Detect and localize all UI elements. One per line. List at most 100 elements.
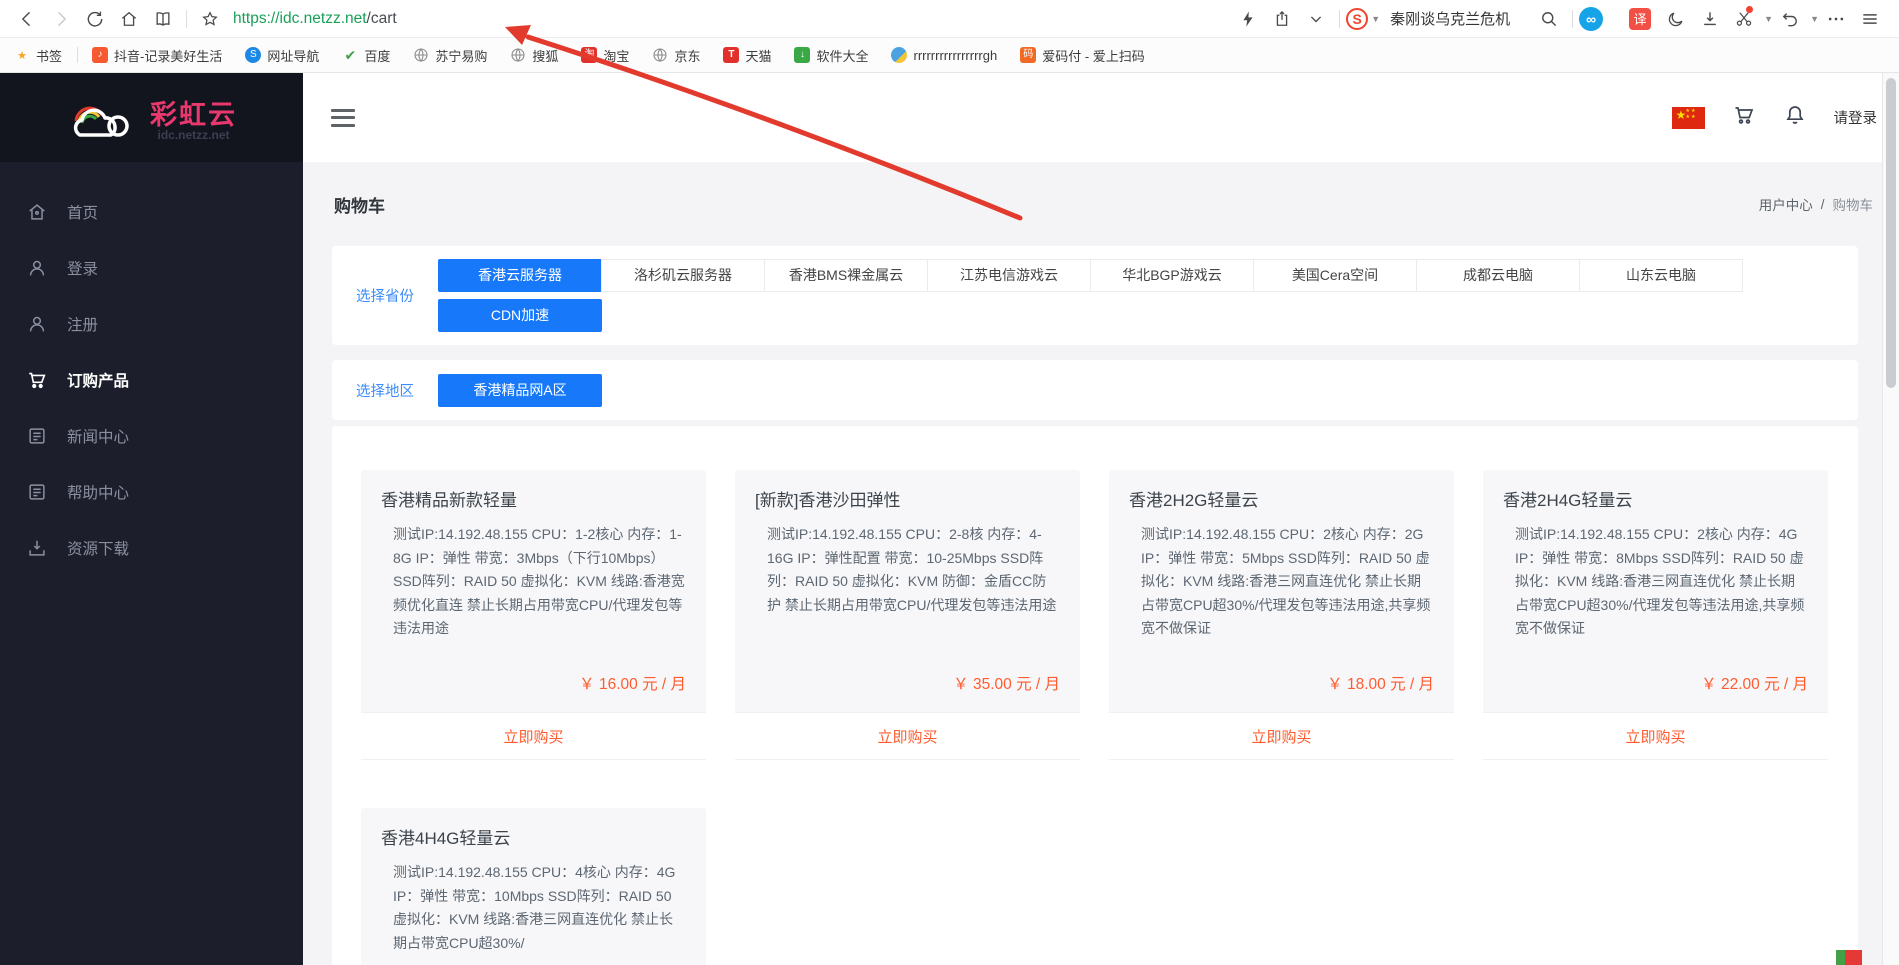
login-link[interactable]: 请登录	[1834, 107, 1878, 128]
sidebar-item-help[interactable]: 帮助中心	[0, 464, 303, 520]
screenshot-scissors-icon[interactable]	[1727, 4, 1761, 34]
tab-province[interactable]: 香港云服务器	[438, 259, 602, 292]
sidebar-item-label: 首页	[67, 205, 99, 222]
earth-icon	[891, 47, 908, 63]
buy-now-label: 立即购买	[877, 728, 938, 746]
scrollbar-thumb[interactable]	[1886, 78, 1896, 388]
chevron-down-icon[interactable]	[1299, 4, 1333, 34]
buy-now-label: 立即购买	[503, 728, 564, 746]
night-mode-icon[interactable]	[1659, 4, 1693, 34]
products-panel: 香港精品新款轻量 测试IP:14.192.48.155 CPU：1-2核心 内存…	[332, 426, 1858, 965]
buy-now-label: 立即购买	[1625, 728, 1686, 746]
floating-widget[interactable]	[1836, 950, 1862, 965]
product-price: ￥ 35.00 元 / 月	[953, 676, 1060, 693]
sidebar-item-label: 资源下载	[67, 541, 130, 558]
douyin-icon: ♪	[92, 47, 109, 63]
forward-icon[interactable]	[44, 4, 78, 34]
more-icon[interactable]	[1819, 4, 1853, 34]
tab-province[interactable]: 山东云电脑	[1579, 259, 1743, 292]
bookmark-star-icon[interactable]	[193, 4, 227, 34]
undo-caret-icon[interactable]: ▼	[1810, 14, 1819, 24]
scissors-caret-icon[interactable]: ▼	[1764, 14, 1773, 24]
tab-province[interactable]: 洛杉矶云服务器	[601, 259, 765, 292]
breadcrumb: 用户中心 / 购物车	[1759, 194, 1873, 214]
translate-icon[interactable]: 译	[1629, 7, 1652, 30]
product-desc: 测试IP:14.192.48.155 CPU：2核心 内存：2G IP：弹性 带…	[1141, 526, 1431, 636]
collect-icon[interactable]: ∞	[1579, 6, 1604, 31]
star-icon: ★	[17, 49, 27, 62]
bookmark-item[interactable]: ✔ 百度	[342, 46, 391, 65]
bookmark-item[interactable]: rrrrrrrrrrrrrrrrgh	[891, 47, 997, 63]
bookmark-item[interactable]: 淘淘宝	[581, 46, 629, 65]
buy-now-button[interactable]: 立即购买	[361, 712, 706, 760]
tab-province-cdn[interactable]: CDN加速	[438, 299, 602, 332]
breadcrumb-parent[interactable]: 用户中心	[1759, 194, 1813, 214]
sidebar-item-register[interactable]: 注册	[0, 296, 303, 352]
search-icon[interactable]	[1532, 4, 1566, 34]
product-title: 香港2H2G轻量云	[1129, 491, 1259, 510]
sidebar-item-downloads[interactable]: 资源下载	[0, 520, 303, 576]
sidebar-item-news[interactable]: 新闻中心	[0, 408, 303, 464]
bookmark-item[interactable]: 苏宁易购	[413, 46, 487, 65]
product-card: 香港精品新款轻量 测试IP:14.192.48.155 CPU：1-2核心 内存…	[361, 470, 706, 760]
bookmarks-bar: ★ 书签 ♪ 抖音-记录美好生活 S 网址导航 ✔ 百度 苏宁易购 搜狐 淘淘宝 京东 …	[0, 38, 1899, 73]
sidebar-item-home[interactable]: 首页	[0, 184, 303, 240]
reading-list-icon[interactable]	[146, 4, 180, 34]
bookmark-item[interactable]: ↓ 软件大全	[794, 46, 868, 65]
notification-bell-icon[interactable]	[1783, 103, 1807, 132]
buy-now-button[interactable]: 立即购买	[735, 712, 1080, 760]
sogou-engine-icon[interactable]: S	[1346, 7, 1369, 30]
site-logo[interactable]: 彩虹云 idc.netzz.net	[0, 73, 303, 162]
undo-icon[interactable]	[1773, 4, 1807, 34]
product-price: ￥ 22.00 元 / 月	[1701, 676, 1808, 693]
tab-province[interactable]: 成都云电脑	[1416, 259, 1580, 292]
bookmark-item[interactable]: 搜狐	[510, 46, 558, 65]
buy-now-button[interactable]: 立即购买	[1109, 712, 1454, 760]
sidebar-item-label: 新闻中心	[67, 429, 130, 446]
bookmark-item[interactable]: 码爱码付 - 爱上扫码	[1020, 46, 1145, 65]
tab-province[interactable]: 美国Cera空间	[1253, 259, 1417, 292]
bookmark-item[interactable]: ★ 书签	[14, 46, 62, 65]
page-scrollbar[interactable]	[1882, 73, 1899, 965]
tab-region[interactable]: 香港精品网A区	[438, 373, 602, 407]
share-icon[interactable]	[1265, 4, 1299, 34]
menu-icon[interactable]	[1853, 4, 1887, 34]
tab-province[interactable]: 江苏电信游戏云	[927, 259, 1091, 292]
sidebar-item-login[interactable]: 登录	[0, 240, 303, 296]
download-icon[interactable]	[1693, 4, 1727, 34]
product-card: [新款]香港沙田弹性 测试IP:14.192.48.155 CPU：2-8核 内…	[735, 470, 1080, 760]
language-flag-cn[interactable]: ★ ★★ ★★	[1671, 106, 1705, 129]
sidebar-item-label: 订购产品	[67, 373, 130, 390]
lightning-icon[interactable]	[1231, 4, 1265, 34]
bookmark-item[interactable]: ♪ 抖音-记录美好生活	[92, 46, 222, 65]
product-title: 香港2H4G轻量云	[1503, 491, 1633, 510]
bookmark-label: 抖音-记录美好生活	[114, 48, 223, 64]
check-icon: ✔	[344, 46, 357, 63]
tab-province[interactable]: 华北BGP游戏云	[1090, 259, 1254, 292]
address-bar[interactable]: https://idc.netzz.net/cart	[233, 10, 1231, 28]
buy-now-button[interactable]: 立即购买	[1483, 712, 1828, 760]
engine-caret-icon[interactable]: ▼	[1371, 14, 1380, 24]
home-icon[interactable]	[112, 4, 146, 34]
bookmark-item[interactable]: S 网址导航	[245, 46, 319, 65]
bookmarks-divider	[77, 47, 79, 63]
header-main: ★ ★★ ★★ 请登录	[303, 73, 1899, 162]
refresh-icon[interactable]	[78, 4, 112, 34]
search-keyword[interactable]: 秦刚谈乌克兰危机	[1390, 8, 1510, 29]
bookmark-item[interactable]: 京东	[652, 46, 700, 65]
header-cart-icon[interactable]	[1732, 103, 1756, 132]
news-icon	[29, 428, 45, 444]
bookmark-item[interactable]: T 天猫	[723, 46, 771, 65]
url-path: /cart	[366, 9, 397, 27]
bookmark-label: 搜狐	[532, 48, 559, 64]
globe-icon	[652, 47, 668, 63]
bookmark-label: 苏宁易购	[435, 48, 488, 64]
bookmark-label: 淘宝	[603, 48, 630, 64]
sidebar-item-order-products[interactable]: 订购产品	[0, 352, 303, 408]
product-card: 香港2H2G轻量云 测试IP:14.192.48.155 CPU：2核心 内存：…	[1109, 470, 1454, 760]
bookmark-label: rrrrrrrrrrrrrrrrgh	[913, 47, 998, 63]
collapse-menu-icon[interactable]	[331, 108, 355, 127]
tab-province[interactable]: 香港BMS裸金属云	[764, 259, 928, 292]
help-doc-icon	[29, 484, 45, 500]
back-icon[interactable]	[10, 4, 44, 34]
